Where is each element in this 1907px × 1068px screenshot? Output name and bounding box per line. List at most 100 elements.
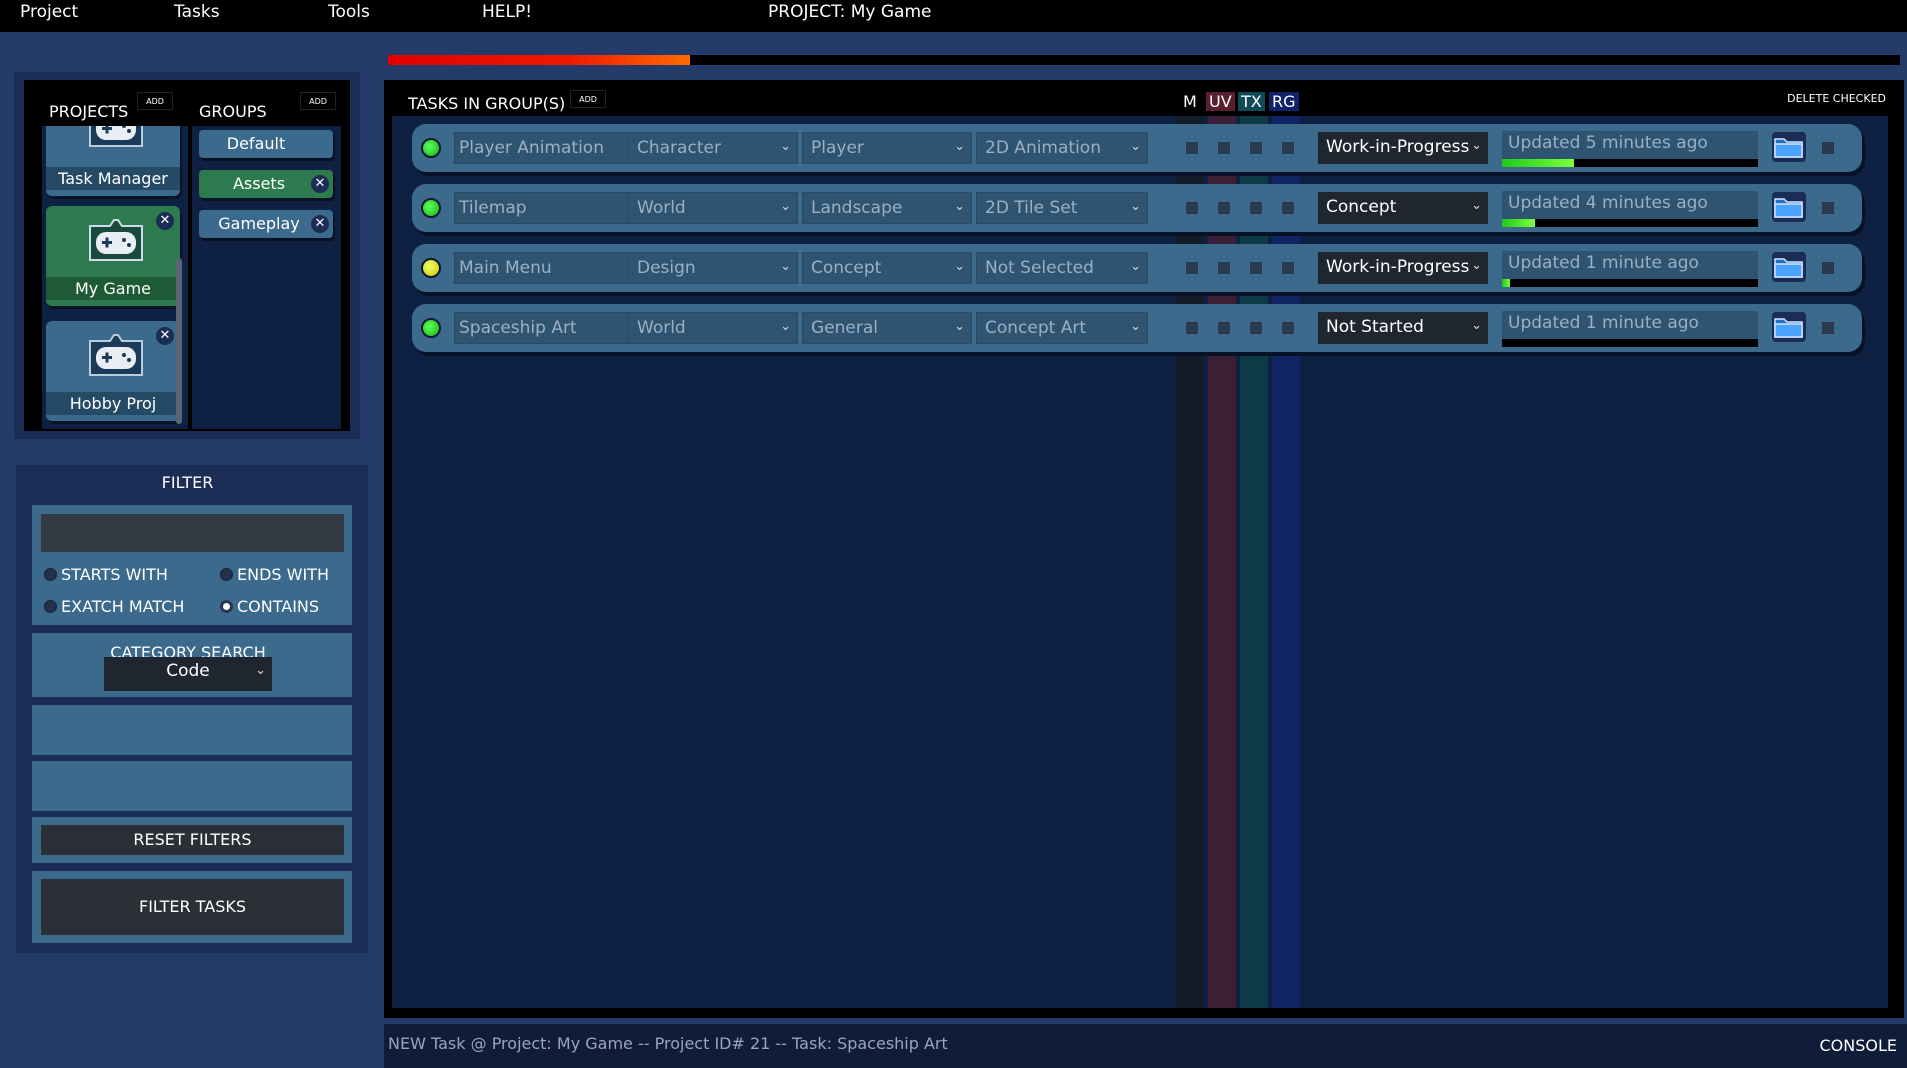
console-button[interactable]: CONSOLE xyxy=(1819,1036,1897,1055)
type-select[interactable]: 2D Animation ⌄ xyxy=(976,132,1148,164)
delete-checkbox[interactable] xyxy=(1822,142,1834,154)
checkbox-uv[interactable] xyxy=(1218,262,1230,274)
chevron-down-icon: ⌄ xyxy=(255,663,266,678)
subcategory-value: Player xyxy=(811,138,864,158)
task-name-field[interactable]: Tilemap xyxy=(454,192,652,224)
add-task-button[interactable]: ADD xyxy=(570,90,606,108)
filter-tasks-button[interactable]: FILTER TASKS xyxy=(41,879,344,935)
chevron-down-icon: ⌄ xyxy=(1471,258,1482,273)
type-select[interactable]: 2D Tile Set ⌄ xyxy=(976,192,1148,224)
gamepad-icon xyxy=(89,334,143,376)
folder-icon[interactable] xyxy=(1772,192,1806,222)
category-select-value: Code xyxy=(166,661,210,681)
task-row[interactable]: Tilemap World ⌄ Landscape ⌄ 2D Tile Set ⌄ Conce… xyxy=(412,184,1862,232)
menu-tasks[interactable]: Tasks xyxy=(174,2,220,22)
category-select[interactable]: Design ⌄ xyxy=(628,252,798,284)
subcategory-select[interactable]: Concept ⌄ xyxy=(802,252,972,284)
type-select[interactable]: Not Selected ⌄ xyxy=(976,252,1148,284)
radio-starts-with[interactable]: STARTS WITH xyxy=(44,565,168,584)
checkbox-tx[interactable] xyxy=(1250,262,1262,274)
radio-ends-with[interactable]: ENDS WITH xyxy=(220,565,329,584)
project-card-task-manager[interactable]: Task Manager xyxy=(46,126,180,196)
checkbox-tx[interactable] xyxy=(1250,142,1262,154)
status-select[interactable]: Work-in-Progress ⌄ xyxy=(1318,252,1488,284)
task-progress-bar xyxy=(1502,339,1758,347)
category-select[interactable]: World ⌄ xyxy=(628,192,798,224)
checkbox-m[interactable] xyxy=(1186,322,1198,334)
delete-checkbox[interactable] xyxy=(1822,262,1834,274)
radio-dot-selected xyxy=(220,600,233,613)
tasks-panel: TASKS IN GROUP(S) ADD M UV TX RG DELETE … xyxy=(384,80,1904,1018)
updated-label: Updated 1 minute ago xyxy=(1502,251,1758,279)
menu-tools[interactable]: Tools xyxy=(328,2,370,22)
close-icon[interactable]: ✕ xyxy=(156,327,174,345)
menu-help[interactable]: HELP! xyxy=(482,2,532,22)
checkbox-tx[interactable] xyxy=(1250,322,1262,334)
checkbox-uv[interactable] xyxy=(1218,322,1230,334)
project-card-hobby-proj[interactable]: ✕ Hobby Proj xyxy=(46,321,180,421)
filter-search-input[interactable] xyxy=(41,514,344,552)
task-row[interactable]: Spaceship Art World ⌄ General ⌄ Concept Art ⌄ N… xyxy=(412,304,1862,352)
checkbox-rg[interactable] xyxy=(1282,262,1294,274)
radio-dot xyxy=(220,568,233,581)
status-select[interactable]: Work-in-Progress ⌄ xyxy=(1318,132,1488,164)
delete-checkbox[interactable] xyxy=(1822,322,1834,334)
checkbox-uv[interactable] xyxy=(1218,202,1230,214)
column-header-rg: RG xyxy=(1269,92,1299,111)
add-group-button[interactable]: ADD xyxy=(300,92,336,110)
projects-scrollbar[interactable] xyxy=(176,258,182,424)
group-label: Gameplay xyxy=(218,214,300,233)
checkbox-uv[interactable] xyxy=(1218,142,1230,154)
menu-project[interactable]: Project xyxy=(20,2,78,22)
type-select[interactable]: Concept Art ⌄ xyxy=(976,312,1148,344)
radio-exact-match[interactable]: EXATCH MATCH xyxy=(44,597,184,616)
task-row[interactable]: Main Menu Design ⌄ Concept ⌄ Not Selected ⌄ Wor… xyxy=(412,244,1862,292)
checkbox-m[interactable] xyxy=(1186,142,1198,154)
task-row[interactable]: Player Animation Character ⌄ Player ⌄ 2D Anim… xyxy=(412,124,1862,172)
task-name-field[interactable]: Player Animation xyxy=(454,132,652,164)
subcategory-select[interactable]: Player ⌄ xyxy=(802,132,972,164)
radio-contains[interactable]: CONTAINS xyxy=(220,597,319,616)
folder-icon[interactable] xyxy=(1772,312,1806,342)
delete-checked-button[interactable]: DELETE CHECKED xyxy=(1783,90,1890,107)
close-icon[interactable]: ✕ xyxy=(311,215,329,233)
radio-label: EXATCH MATCH xyxy=(61,597,185,616)
add-project-button[interactable]: ADD xyxy=(137,92,173,110)
subcategory-select[interactable]: General ⌄ xyxy=(802,312,972,344)
close-icon[interactable]: ✕ xyxy=(156,212,174,230)
group-item-gameplay[interactable]: Gameplay ✕ xyxy=(199,210,333,238)
checkbox-m[interactable] xyxy=(1186,202,1198,214)
column-header-uv: UV xyxy=(1206,92,1235,111)
chevron-down-icon: ⌄ xyxy=(780,259,791,274)
status-select[interactable]: Not Started ⌄ xyxy=(1318,312,1488,344)
category-select[interactable]: Code ⌄ xyxy=(104,657,272,691)
subcategory-select[interactable]: Landscape ⌄ xyxy=(802,192,972,224)
delete-checkbox[interactable] xyxy=(1822,202,1834,214)
checkbox-m[interactable] xyxy=(1186,262,1198,274)
filter-tasks-box: FILTER TASKS xyxy=(32,871,352,943)
project-progress-fill xyxy=(388,55,691,65)
category-select[interactable]: Character ⌄ xyxy=(628,132,798,164)
chevron-down-icon: ⌄ xyxy=(1130,319,1141,334)
folder-icon[interactable] xyxy=(1772,132,1806,162)
category-select[interactable]: World ⌄ xyxy=(628,312,798,344)
checkbox-tx[interactable] xyxy=(1250,202,1262,214)
task-name-field[interactable]: Spaceship Art xyxy=(454,312,652,344)
category-search-box: CATEGORY SEARCH Code ⌄ xyxy=(32,633,352,697)
group-label: Default xyxy=(226,134,286,153)
checkbox-rg[interactable] xyxy=(1282,322,1294,334)
close-icon[interactable]: ✕ xyxy=(311,175,329,193)
radio-label: ENDS WITH xyxy=(237,565,329,584)
project-progress-bar xyxy=(388,55,1900,65)
task-name-field[interactable]: Main Menu xyxy=(454,252,652,284)
group-item-assets[interactable]: Assets ✕ xyxy=(199,170,333,198)
radio-dot xyxy=(44,600,57,613)
status-select[interactable]: Concept ⌄ xyxy=(1318,192,1488,224)
checkbox-rg[interactable] xyxy=(1282,202,1294,214)
folder-icon[interactable] xyxy=(1772,252,1806,282)
project-card-my-game[interactable]: ✕ My Game xyxy=(46,206,180,306)
filter-search-box: STARTS WITH ENDS WITH EXATCH MATCH CONTA… xyxy=(32,505,352,625)
reset-filters-button[interactable]: RESET FILTERS xyxy=(41,825,344,855)
group-item-default[interactable]: Default xyxy=(199,130,333,158)
checkbox-rg[interactable] xyxy=(1282,142,1294,154)
